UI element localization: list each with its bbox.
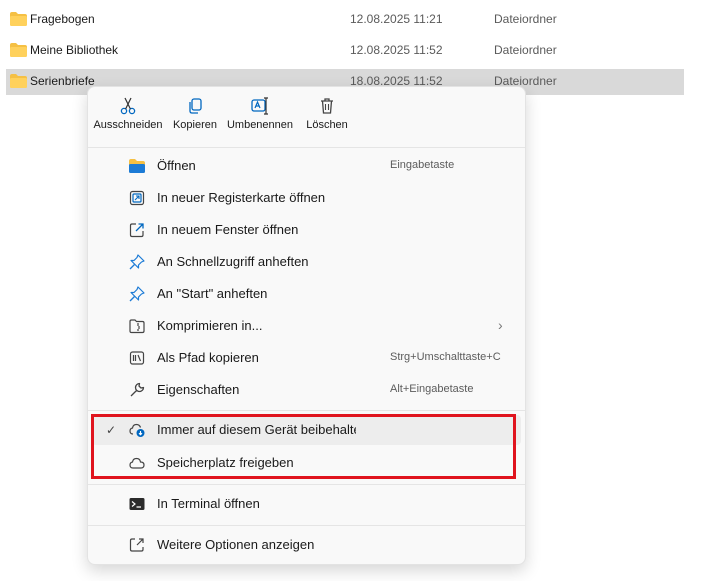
file-name: Fragebogen (30, 12, 95, 26)
open-external-icon (129, 222, 145, 238)
menu-item-label: An "Start" anheften (157, 286, 268, 301)
pin-icon (129, 286, 145, 302)
divider (88, 484, 525, 485)
file-row-fragebogen[interactable]: Fragebogen 12.08.2025 11:21 Dateiordner (6, 7, 684, 33)
pin-icon (129, 254, 145, 270)
menu-item-properties[interactable]: Eigenschaften Alt+Eingabetaste (92, 375, 521, 405)
divider (88, 525, 525, 526)
menu-item-pin-start[interactable]: An "Start" anheften (92, 279, 521, 309)
folder-icon (10, 12, 27, 26)
file-name: Meine Bibliothek (30, 43, 119, 57)
context-menu: Ausschneiden Kopieren Umbenennen Löschen… (87, 86, 526, 565)
file-row-meine-bibliothek[interactable]: Meine Bibliothek 12.08.2025 11:52 Dateio… (6, 38, 684, 64)
terminal-icon (129, 496, 145, 512)
menu-item-open-new-window[interactable]: In neuem Fenster öffnen (92, 215, 521, 245)
more-options-icon (129, 537, 145, 553)
copy-button[interactable]: Kopieren (168, 97, 222, 143)
highlight-box (91, 414, 516, 479)
menu-item-label: In neuem Fenster öffnen (157, 222, 299, 237)
shortcut-text: Alt+Eingabetaste (390, 383, 474, 395)
file-type: Dateiordner (494, 43, 557, 57)
shortcut-text: Strg+Umschalttaste+C (390, 351, 501, 363)
menu-item-label: Weitere Optionen anzeigen (157, 537, 315, 552)
file-date: 12.08.2025 11:52 (350, 43, 443, 57)
menu-item-more-options[interactable]: Weitere Optionen anzeigen (92, 530, 521, 560)
cut-icon (120, 97, 136, 115)
menu-item-label: An Schnellzugriff anheften (157, 254, 309, 269)
divider (88, 147, 525, 148)
new-tab-icon (129, 190, 145, 206)
menu-item-label: In Terminal öffnen (157, 496, 260, 511)
file-type: Dateiordner (494, 12, 557, 26)
menu-item-label: Komprimieren in... (157, 318, 263, 333)
menu-item-copy-path[interactable]: Als Pfad kopieren Strg+Umschalttaste+C (92, 343, 521, 373)
folder-icon (10, 74, 27, 88)
menu-item-open[interactable]: Öffnen Eingabetaste (92, 151, 521, 181)
cut-button[interactable]: Ausschneiden (90, 97, 166, 143)
menu-item-label: Öffnen (157, 158, 196, 173)
folder-open-icon (129, 158, 145, 174)
menu-item-label: In neuer Registerkarte öffnen (157, 190, 326, 205)
menu-item-pin-quick-access[interactable]: An Schnellzugriff anheften (92, 247, 521, 277)
rename-button[interactable]: Umbenennen (224, 97, 296, 143)
copy-icon (189, 98, 202, 114)
menu-item-compress[interactable]: Komprimieren in... › (92, 311, 521, 341)
delete-button[interactable]: Löschen (300, 97, 354, 143)
rename-icon (251, 97, 268, 115)
file-name: Serienbriefe (30, 74, 95, 88)
divider (88, 410, 525, 411)
rename-label: Umbenennen (226, 119, 294, 131)
folder-icon (10, 43, 27, 57)
shortcut-text: Eingabetaste (390, 159, 455, 171)
menu-item-open-new-tab[interactable]: In neuer Registerkarte öffnen (92, 183, 521, 213)
copy-path-icon (129, 350, 145, 366)
menu-item-label: Eigenschaften (157, 382, 240, 397)
wrench-icon (129, 382, 145, 398)
menu-item-open-terminal[interactable]: In Terminal öffnen (92, 489, 521, 519)
delete-label: Löschen (306, 119, 348, 131)
delete-icon (321, 98, 333, 114)
chevron-right-icon: › (498, 317, 503, 333)
zip-folder-icon (129, 318, 145, 334)
copy-label: Kopieren (172, 119, 218, 131)
file-date: 12.08.2025 11:21 (350, 12, 443, 26)
menu-item-label: Als Pfad kopieren (157, 350, 259, 365)
cut-label: Ausschneiden (93, 119, 163, 131)
